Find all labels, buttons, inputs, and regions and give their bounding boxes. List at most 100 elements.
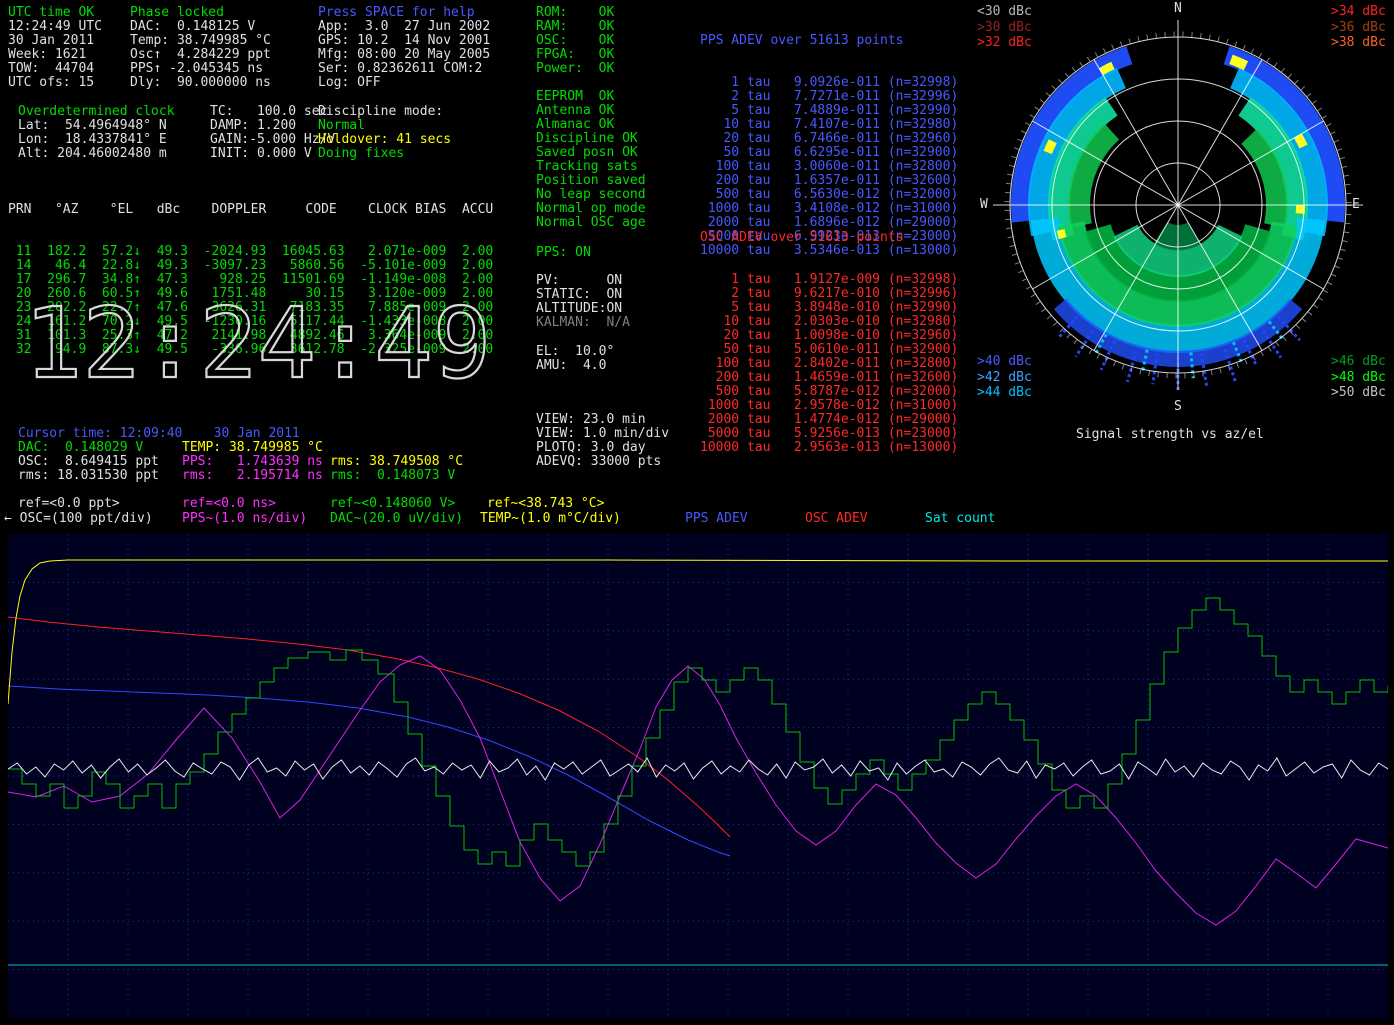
cursor-pps: PPS: 1.743639 ns	[182, 455, 323, 469]
legend-ref-pps: ref=<0.0 ns>	[182, 497, 276, 511]
text-line: 500 tau 5.8787e-012 (n=32000)	[700, 385, 958, 399]
text-line: 11 182.2 57.2↓ 49.3 -2024.93 16045.63 2.…	[8, 245, 493, 259]
phase-lock-panel: Phase lockedDAC: 0.148125 VTemp: 38.7499…	[130, 6, 271, 90]
text-line: 1 tau 1.9127e-009 (n=32998)	[700, 273, 958, 287]
text-line: 5 tau 3.8948e-010 (n=32990)	[700, 301, 958, 315]
text-line: ADEVQ: 33000 pts	[536, 455, 669, 469]
text-line: Overdetermined clock	[18, 105, 175, 119]
cursor-rms-pps: rms: 2.195714 ns	[182, 469, 323, 483]
text-line: Week: 1621	[8, 48, 102, 62]
help-version-panel: Press SPACE for helpApp: 3.0 27 Jun 2002…	[318, 6, 490, 90]
trace-osc-adev	[8, 617, 730, 837]
text-line: 10 tau 2.0303e-010 (n=32980)	[700, 315, 958, 329]
text-line: Alt: 204.46002480 m	[18, 147, 175, 161]
text-line: 200 tau 1.4659e-011 (n=32600)	[700, 371, 958, 385]
text-line: 200 tau 1.6357e-011 (n=32600)	[700, 174, 958, 188]
text-line: Press SPACE for help	[318, 6, 490, 20]
text-line: STATIC: ON	[536, 288, 630, 302]
pps-adev-title: PPS ADEV over 51613 points	[700, 34, 958, 48]
text-line: 100 tau 2.8402e-011 (n=32800)	[700, 357, 958, 371]
text-line: 30 Jan 2011	[8, 34, 102, 48]
trace-dac	[8, 598, 1388, 866]
text-line: 20 tau 6.7466e-011 (n=32960)	[700, 132, 958, 146]
receiver-selftest-panel: ROM: OKRAM: OKOSC: OKFPGA: OKPower: OK	[536, 6, 614, 76]
text-line: UTC time OK	[8, 6, 102, 20]
text-line: 2 tau 7.7271e-011 (n=32996)	[700, 90, 958, 104]
text-line: INIT: 0.000 V	[210, 147, 335, 161]
text-line: Normal OSC age	[536, 216, 646, 230]
legend-pps-adev: PPS ADEV	[685, 512, 748, 526]
text-line: EEPROM OK	[536, 90, 646, 104]
trace-pps-adev	[8, 686, 730, 856]
text-line: TOW: 44704	[8, 62, 102, 76]
text-line: Antenna OK	[536, 104, 646, 118]
text-line: PV: ON	[536, 274, 630, 288]
cursor-time: Cursor time: 12:09:40 30 Jan 2011	[18, 427, 300, 441]
text-line: 20 tau 1.0098e-010 (n=32960)	[700, 329, 958, 343]
text-line: PLOTQ: 3.0 day	[536, 441, 669, 455]
text-line: GAIN:-5.000 Hz/V	[210, 133, 335, 147]
text-line: Normal	[318, 119, 451, 133]
text-line: PPS↑ -2.045345 ns	[130, 62, 271, 76]
osc-adev-rows: 1 tau 1.9127e-009 (n=32998) 2 tau 9.6217…	[700, 273, 958, 455]
legend-osc-adev: OSC ADEV	[805, 512, 868, 526]
text-line: App: 3.0 27 Jun 2002	[318, 20, 490, 34]
text-line: 5 tau 7.4889e-011 (n=32990)	[700, 104, 958, 118]
text-line: Osc↑ 4.284229 ppt	[130, 48, 271, 62]
text-line: DAC: 0.148125 V	[130, 20, 271, 34]
text-line: 1 tau 9.0926e-011 (n=32998)	[700, 76, 958, 90]
text-line: Lat: 54.4964948° N	[18, 119, 175, 133]
text-line: 12:24:49 UTC	[8, 20, 102, 34]
cursor-rms-temp: rms: 38.749508 °C	[330, 455, 463, 469]
text-line: Temp: 38.749985 °C	[130, 34, 271, 48]
text-line: Power: OK	[536, 62, 614, 76]
text-line: Tracking sats	[536, 160, 646, 174]
text-line: UTC ofs: 15	[8, 76, 102, 90]
pps-state: PPS: ON	[536, 246, 591, 260]
legend-ref-temp: ref~<38.743 °C>	[487, 497, 604, 511]
text-line: Lon: 18.4337841° E	[18, 133, 175, 147]
trace-temp	[8, 560, 1388, 704]
text-line: 5000 tau 5.9256e-013 (n=23000)	[700, 427, 958, 441]
text-line: Normal op mode	[536, 202, 646, 216]
position-panel: Overdetermined clockLat: 54.4964948° NLo…	[18, 105, 175, 161]
digital-clock: 12:24:49	[24, 292, 491, 396]
satellite-polar-plot[interactable]	[978, 0, 1390, 420]
text-line: TC: 100.0 sec	[210, 105, 335, 119]
legend-scale-pps: PPS~(1.0 ns/div)	[182, 512, 307, 526]
text-line: RAM: OK	[536, 20, 614, 34]
el-amu-panel: EL: 10.0°AMU: 4.0	[536, 345, 614, 373]
text-line: Position saved	[536, 174, 646, 188]
cursor-osc: OSC: 8.649415 ppt	[18, 455, 159, 469]
main-plot[interactable]	[8, 534, 1388, 1018]
satellite-table-header: PRN °AZ °EL dBc DOPPLER CODE CLOCK BIAS …	[8, 203, 493, 217]
compass-north-label: N	[1174, 2, 1182, 16]
text-line: 10000 tau 2.9563e-013 (n=13000)	[700, 441, 958, 455]
cursor-temp: TEMP: 38.749985 °C	[182, 441, 323, 455]
text-line: Ser: 0.82362611 COM:2	[318, 62, 490, 76]
legend-sat-count: Sat count	[925, 512, 995, 526]
text-line: Log: OFF	[318, 76, 490, 90]
legend-scale-osc: ← OSC=(100 ppt/div)	[4, 512, 153, 526]
text-line: 10 tau 7.4107e-011 (n=32980)	[700, 118, 958, 132]
text-line: Saved posn OK	[536, 146, 646, 160]
text-line: 500 tau 6.5630e-012 (n=32000)	[700, 188, 958, 202]
text-line: EL: 10.0°	[536, 345, 614, 359]
utc-status-panel: UTC time OK12:24:49 UTC30 Jan 2011Week: …	[8, 6, 102, 90]
text-line: OSC: OK	[536, 34, 614, 48]
text-line: ALTITUDE:ON	[536, 302, 630, 316]
text-line: Dly: 90.000000 ns	[130, 76, 271, 90]
receiver-health-panel: EEPROM OKAntenna OKAlmanac OKDiscipline …	[536, 90, 646, 230]
polar-caption: Signal strength vs az/el	[1076, 428, 1264, 442]
cursor-rms-osc: rms: 18.031530 ppt	[18, 469, 159, 483]
cursor-dac: DAC: 0.148029 V	[18, 441, 143, 455]
trace-pps	[8, 656, 1388, 925]
text-line: 50 tau 5.0610e-011 (n=32900)	[700, 343, 958, 357]
text-line: Phase locked	[130, 6, 271, 20]
text-line: 2 tau 9.6217e-010 (n=32996)	[700, 287, 958, 301]
loop-params-panel: TC: 100.0 secDAMP: 1.200GAIN:-5.000 Hz/V…	[210, 105, 335, 161]
legend-ref-dac: ref~<0.148060 V>	[330, 497, 455, 511]
compass-east-label: E	[1352, 198, 1360, 212]
text-line: DAMP: 1.200	[210, 119, 335, 133]
legend-scale-dac: DAC~(20.0 uV/div)	[330, 512, 463, 526]
